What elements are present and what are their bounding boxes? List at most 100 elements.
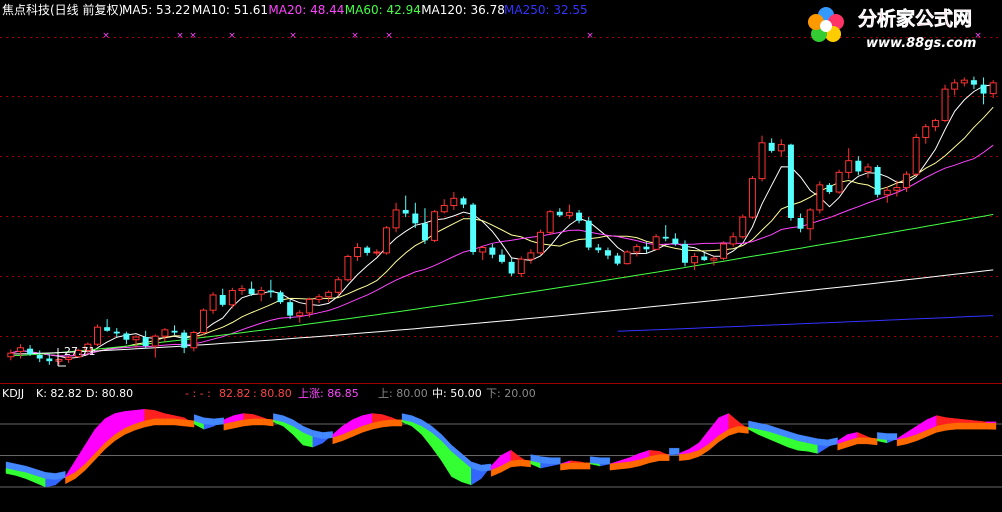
candle-body — [941, 88, 949, 121]
candle — [623, 250, 631, 265]
kdj-d-band — [263, 418, 274, 427]
kdj-d-band — [391, 419, 403, 427]
candle-body — [142, 337, 149, 346]
candle-body — [662, 236, 669, 239]
signal-marker: × — [228, 31, 236, 41]
candle-body — [36, 354, 43, 359]
candle-body — [431, 211, 439, 241]
kdj-upper-label: 上: 80.00 — [378, 387, 428, 400]
candle-body — [576, 212, 583, 221]
candle-body — [104, 327, 111, 331]
kdj-d-band — [184, 419, 195, 428]
signal-marker: × — [586, 31, 594, 41]
candle — [228, 287, 236, 309]
candle — [941, 84, 949, 123]
candle-body — [460, 198, 467, 205]
candle-body — [777, 144, 785, 152]
candle-body — [123, 333, 130, 340]
kdj-d-band — [669, 447, 680, 455]
candle-body — [267, 290, 274, 293]
candle-body — [768, 142, 775, 151]
candle-body — [27, 348, 34, 355]
candle-body — [344, 255, 352, 281]
ma-legend-item: MA10: 51.61 — [192, 3, 268, 17]
ma-legend-item: MA120: 36.78 — [421, 3, 505, 17]
kdj-d-band — [580, 462, 591, 470]
candle-body — [325, 291, 333, 298]
kdj-d-band — [589, 456, 601, 465]
signal-marker: × — [385, 31, 393, 41]
kdj-name: KDJJ — [2, 387, 24, 400]
candle-body — [277, 292, 284, 303]
kdj-mid-label: 中: 50.00 — [432, 387, 482, 400]
logo-url: www.88gs.com — [866, 36, 976, 51]
candle — [344, 254, 352, 282]
candle — [835, 169, 843, 194]
candle-body — [893, 187, 901, 191]
ma-legend-item: MA5: 53.22 — [122, 3, 190, 17]
candle — [816, 181, 824, 214]
candle-body — [720, 243, 728, 259]
kdj-up-label: 上涨: 86.85 — [298, 387, 359, 400]
signal-marker: × — [351, 31, 359, 41]
candle-body — [190, 332, 198, 349]
candle-body — [903, 173, 910, 189]
candle-body — [623, 251, 631, 265]
candle-body — [508, 261, 515, 274]
candle-body — [614, 255, 621, 264]
kdj-d-band — [243, 418, 254, 427]
candle-body — [855, 160, 862, 172]
kdj-d-band — [253, 418, 264, 426]
candle-body — [643, 246, 650, 250]
candle-body — [248, 288, 255, 295]
candle-body — [219, 294, 226, 305]
candle-body — [55, 358, 63, 362]
candle — [739, 214, 747, 239]
candle-body — [682, 243, 688, 263]
candle-body — [729, 236, 737, 245]
candle-body — [305, 298, 313, 314]
candle-body — [132, 336, 140, 341]
kdj-k-label: K: 82.82 — [36, 387, 82, 400]
candle-body — [787, 144, 794, 219]
kdj-d-band — [956, 422, 967, 430]
stock-chart-canvas: 焦点科技(日线 前复权) MA5: 53.22 MA10: 51.61 MA20: … — [0, 0, 1002, 512]
candle — [652, 234, 660, 251]
kdj-d-band — [857, 437, 868, 445]
ma-legend-item: MA250: 32.55 — [504, 3, 588, 17]
ma-legend-item: MA20: 48.44 — [268, 3, 344, 17]
candle-body — [450, 197, 458, 206]
kdj-d-band — [619, 461, 630, 470]
candle — [546, 209, 554, 236]
candle — [517, 256, 525, 278]
kdj-d-band — [322, 431, 333, 439]
kdj-d-value: : 80.80 — [253, 387, 292, 400]
stock-title: 焦点科技(日线 前复权) — [2, 2, 123, 17]
candle-body — [238, 288, 246, 291]
candle — [787, 143, 794, 221]
candle-body — [296, 312, 304, 317]
candle-body — [845, 160, 853, 173]
candle — [190, 330, 198, 352]
candle-body — [748, 178, 756, 218]
candle — [912, 133, 920, 176]
candle-body — [864, 166, 872, 172]
candle-body — [199, 309, 207, 334]
candle — [470, 202, 477, 255]
kdj-sep: - : - : — [185, 387, 211, 400]
candle-body — [382, 227, 390, 254]
kdj-d-band — [540, 456, 551, 465]
kdj-d-band — [510, 459, 521, 468]
candle-body — [797, 218, 804, 229]
kdj-d-band — [659, 454, 670, 461]
candle-body — [912, 136, 920, 175]
candle-body — [228, 290, 236, 306]
candle-body — [421, 223, 428, 241]
candle-body — [479, 247, 487, 253]
candle-body — [151, 335, 159, 347]
candle-body — [181, 332, 188, 348]
candle-body — [758, 142, 766, 180]
candle-body — [922, 126, 930, 138]
candle-body — [816, 184, 824, 211]
kdj-d-label: D: 80.80 — [86, 387, 133, 400]
